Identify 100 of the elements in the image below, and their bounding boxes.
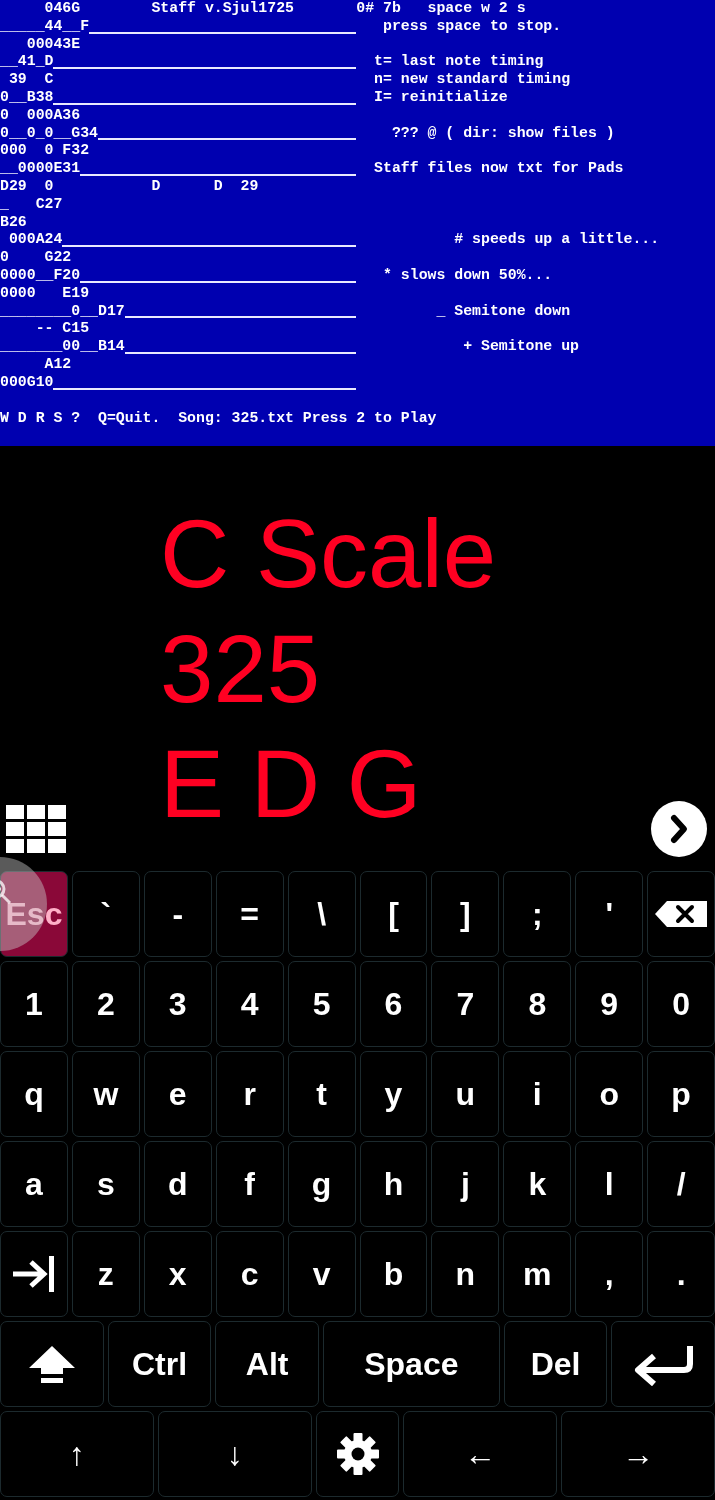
keyboard-key[interactable]: j xyxy=(431,1141,500,1227)
keyboard-key[interactable]: ; xyxy=(503,871,572,957)
keyboard-key[interactable]: r xyxy=(215,1051,284,1137)
terminal-text: A12 xyxy=(43,355,72,374)
keyboard-key[interactable]: / xyxy=(647,1141,715,1227)
keyboard-key[interactable] xyxy=(315,1411,400,1497)
keyboard-key[interactable]: 0 xyxy=(647,961,715,1047)
keyboard-key[interactable]: 9 xyxy=(575,961,644,1047)
keyboard-key[interactable]: = xyxy=(215,871,284,957)
keyboard-key[interactable]: t xyxy=(287,1051,356,1137)
terminal-text: ??? @ ( dir: show files ) xyxy=(390,124,615,143)
keyboard-key[interactable]: m xyxy=(503,1231,572,1317)
keyboard-key[interactable]: h xyxy=(359,1141,428,1227)
keyboard-key[interactable]: c xyxy=(215,1231,284,1317)
keyboard-key[interactable]: 2 xyxy=(71,961,140,1047)
terminal-text: _______00__B14 xyxy=(0,338,125,356)
keyboard-key[interactable]: Alt xyxy=(215,1321,319,1407)
keyboard-key[interactable]: 4 xyxy=(215,961,284,1047)
keyboard-key[interactable]: v xyxy=(287,1231,356,1317)
terminal-text: n= new standard timing xyxy=(373,71,571,89)
display-text: C Scale xyxy=(160,499,497,609)
keyboard-key[interactable]: ' xyxy=(575,871,644,957)
terminal-text: 0# 7b space w 2 s xyxy=(356,0,526,18)
keyboard-key[interactable]: z xyxy=(71,1231,140,1317)
keyboard-key[interactable]: w xyxy=(71,1051,140,1137)
keyboard-key[interactable]: 7 xyxy=(431,961,500,1047)
keyboard-key[interactable]: [ xyxy=(359,871,428,957)
keyboard-key[interactable]: 3 xyxy=(143,961,212,1047)
keyboard-key[interactable]: k xyxy=(503,1141,572,1227)
keyboard-key[interactable]: s xyxy=(71,1141,140,1227)
keyboard-key[interactable]: n xyxy=(431,1231,500,1317)
keyboard-key[interactable]: l xyxy=(575,1141,644,1227)
keyboard-key[interactable] xyxy=(0,1321,104,1407)
terminal-text: 000G10 xyxy=(0,373,54,392)
keyboard-key[interactable]: p xyxy=(647,1051,715,1137)
terminal-text: 0 G22 xyxy=(0,249,72,267)
terminal-text: 0__0_0__G34 xyxy=(0,124,98,143)
terminal-text: _____44__F xyxy=(0,17,90,36)
tab-icon xyxy=(10,1254,57,1294)
keyboard-key[interactable]: 8 xyxy=(503,961,572,1047)
backspace-icon xyxy=(655,901,708,927)
keyboard-key[interactable]: g xyxy=(287,1141,356,1227)
terminal-text: press space to stop. xyxy=(382,17,562,36)
terminal-text: _ Semitone down xyxy=(435,302,571,321)
terminal-text: 0 000A36 xyxy=(0,106,81,125)
keyboard-key[interactable]: . xyxy=(647,1231,715,1317)
keyboard-key[interactable] xyxy=(611,1321,715,1407)
keyboard-key[interactable]: 5 xyxy=(287,961,356,1047)
keyboard-grid-icon[interactable] xyxy=(6,805,66,853)
keyboard-key[interactable]: y xyxy=(359,1051,428,1137)
keyboard-key[interactable]: q xyxy=(0,1051,68,1137)
terminal-text: I= reinitialize xyxy=(373,89,508,107)
terminal-text: 000A24 xyxy=(7,231,63,250)
terminal-text: 0000__F20 xyxy=(0,266,81,285)
terminal-text: + Semitone up xyxy=(462,338,579,356)
keyboard-key[interactable]: - xyxy=(143,871,212,957)
terminal-text: 39 C xyxy=(7,71,54,89)
keyboard-key[interactable] xyxy=(0,1231,68,1317)
terminal-text: 000 0 F32 xyxy=(0,142,90,161)
terminal-text: 00043E xyxy=(25,35,81,54)
status-line: W D R S ? Q=Quit. Song: 325.txt Press 2 to Play xyxy=(0,409,437,426)
keyboard-key[interactable]: → xyxy=(561,1411,715,1497)
keyboard-key[interactable]: ] xyxy=(431,871,500,957)
display-text: 325 xyxy=(160,614,321,724)
terminal-text: Staff files now txt for Pads xyxy=(373,160,624,178)
keyboard-key[interactable]: i xyxy=(503,1051,572,1137)
keyboard-key[interactable]: e xyxy=(143,1051,212,1137)
terminal-text: B26 xyxy=(0,213,27,232)
terminal-text: 0__B38 xyxy=(0,89,54,107)
keyboard-key[interactable]: a xyxy=(0,1141,68,1227)
keyboard-key[interactable]: u xyxy=(431,1051,500,1137)
keyboard-key[interactable]: ` xyxy=(71,871,140,957)
terminal-text: t= last note timing xyxy=(373,53,544,72)
keyboard-key[interactable]: o xyxy=(575,1051,644,1137)
keyboard-key[interactable]: ← xyxy=(403,1411,558,1497)
keyboard-key[interactable]: Del xyxy=(503,1321,608,1407)
settings-icon xyxy=(335,1432,380,1476)
keyboard-key[interactable]: , xyxy=(575,1231,644,1317)
terminal-text: ________0__D17 xyxy=(0,302,125,321)
terminal-text: # speeds up a little... xyxy=(453,231,660,250)
keyboard-key[interactable]: 1 xyxy=(0,961,68,1047)
terminal-text: * slows down 50%... xyxy=(382,266,553,285)
keyboard-key[interactable]: Ctrl xyxy=(107,1321,212,1407)
keyboard-key[interactable]: f xyxy=(215,1141,284,1227)
display-text: E D G xyxy=(160,729,422,839)
keyboard-key[interactable]: 6 xyxy=(359,961,428,1047)
keyboard-key[interactable]: Space xyxy=(322,1321,500,1407)
keyboard-key[interactable]: b xyxy=(359,1231,428,1317)
terminal-text: _ C27 xyxy=(0,195,63,214)
keyboard-key[interactable]: \ xyxy=(287,871,356,957)
keyboard-key[interactable]: d xyxy=(143,1141,212,1227)
keyboard-key[interactable]: ↑ xyxy=(0,1411,154,1497)
keyboard-key[interactable]: x xyxy=(143,1231,212,1317)
terminal-text: 0000 E19 xyxy=(0,284,90,303)
terminal-text: 046G Staff v.Sjul1725 xyxy=(43,0,294,18)
terminal-text: -- C15 xyxy=(34,320,90,339)
keyboard-key[interactable] xyxy=(647,871,715,957)
next-button[interactable] xyxy=(651,801,707,857)
terminal-text: __41_D xyxy=(0,53,54,72)
keyboard-key[interactable]: ↓ xyxy=(157,1411,312,1497)
